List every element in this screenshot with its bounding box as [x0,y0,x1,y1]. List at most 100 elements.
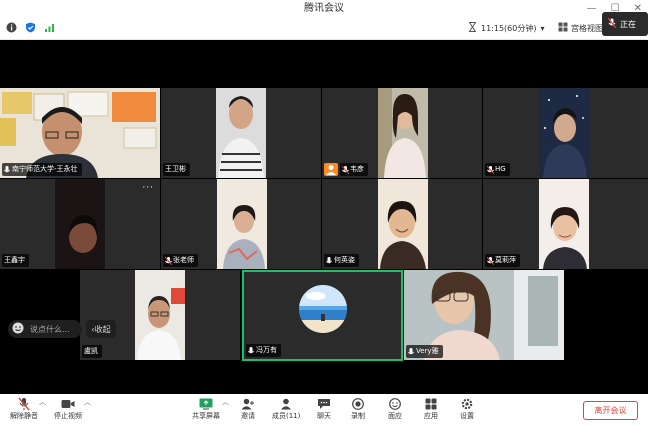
participant-name: 盧凯 [84,347,98,355]
reaction-icon [387,397,403,411]
video-tile[interactable]: 盧凯 [80,270,240,360]
collapse-button[interactable]: ‹ 收起 [86,320,116,338]
chat-label: 聊天 [317,412,331,420]
chevron-up-icon[interactable]: ︿ [84,397,91,407]
participant-name-tag: Very雅 [406,345,443,358]
microphone-muted-icon [486,256,495,265]
users-icon [278,397,294,411]
title-bar: 腾讯会议 — ☐ ✕ [0,0,648,18]
avatar [298,284,348,334]
participant-name-tag: 何英姿 [324,254,359,267]
microphone-muted-icon [341,165,350,174]
participant-name: 王鑫宇 [4,256,25,264]
microphone-muted-icon [16,397,32,411]
participant-name: 韦彦 [350,165,364,173]
minimize-icon[interactable]: — [587,0,597,18]
participant-name: 何英姿 [334,256,355,264]
collapse-label: 收起 [94,324,111,334]
invite-button[interactable]: 邀请 [240,397,256,421]
camera-icon [60,397,76,411]
settings-label: 设置 [460,412,474,420]
participant-name-tag: 南宁师范大学-王永壮 [2,163,82,176]
video-tile[interactable]: 南宁师范大学-王永壮 [0,88,160,178]
record-label: 录制 [351,412,365,420]
microphone-muted-icon [607,17,617,30]
participant-video [55,179,105,269]
apps-icon [423,397,439,411]
apps-label: 应用 [424,412,438,420]
chat-button[interactable]: 聊天 [316,397,332,421]
quick-chat-input[interactable]: 说点什么... [8,320,82,338]
video-tile active-speaker[interactable]: 冯万有 [242,270,403,361]
microphone-icon [326,256,332,265]
hourglass-icon [468,22,477,34]
microphone-icon [408,347,414,356]
video-tile[interactable]: 王卫彬 [161,88,321,178]
more-options-icon[interactable]: ··· [142,183,154,193]
participant-name: 莫莉萍 [495,256,516,264]
record-button[interactable]: 录制 [350,397,366,421]
chat-icon [316,397,332,411]
info-icon[interactable] [6,22,17,33]
participant-video [378,88,428,178]
members-label: 成员(11) [272,412,301,420]
microphone-icon [4,165,10,174]
unmute-label: 解除静音 [10,412,38,420]
record-icon [350,397,366,411]
microphone-icon [248,346,254,355]
participant-video [216,88,266,178]
stop-video-label: 停止视频 [54,412,82,420]
view-switcher[interactable]: 宫格视图 [558,22,603,34]
share-screen-button[interactable]: 共享屏幕 [192,397,220,421]
invite-label: 邀请 [241,412,255,420]
video-grid: 南宁师范大学-王永壮 王卫彬 韦彦 HG ··· 王鑫宇 张老师 何英姿 莫莉萍… [0,40,648,394]
leave-meeting-button[interactable]: 离开会议 [583,401,638,420]
video-tile[interactable]: ··· 王鑫宇 [0,179,160,269]
grid-icon [558,22,568,34]
apps-button[interactable]: 应用 [423,397,439,421]
meeting-timer[interactable]: 11:15(60分钟) ▾ [468,22,545,34]
video-tile[interactable]: 莫莉萍 [483,179,648,269]
participant-name-tag: 盧凯 [82,345,102,358]
participant-name-tag: HG [485,163,510,176]
participant-name: HG [495,165,506,173]
video-tile[interactable]: HG [483,88,648,178]
share-screen-label: 共享屏幕 [192,412,220,420]
microphone-muted-icon [164,256,173,265]
members-button[interactable]: 成员(11) [272,397,300,421]
participant-video [539,179,589,269]
recording-label: 正在 [620,19,636,29]
interact-label: 面应 [388,412,402,420]
microphone-muted-icon [486,165,495,174]
bottom-toolbar: 解除静音 ︿ 停止视频 ︿ 共享屏幕 ︿ 邀请 成员(11) 聊天 录制 面应 … [0,394,648,426]
signal-icon[interactable] [44,22,55,33]
chevron-up-icon[interactable]: ︿ [222,397,229,407]
participant-name: 冯万有 [256,346,277,354]
meeting-time: 11:15(60分钟) [481,23,537,33]
shield-icon[interactable] [25,22,36,33]
video-tile[interactable]: Very雅 [404,270,564,360]
unmute-button[interactable]: 解除静音 [10,397,38,421]
video-tile[interactable]: 何英姿 [322,179,482,269]
video-tile[interactable]: 张老师 [161,179,321,269]
participant-video [217,179,267,269]
stop-video-button[interactable]: 停止视频 [54,397,82,421]
add-user-icon [240,397,256,411]
interact-button[interactable]: 面应 [387,397,403,421]
chevron-up-icon[interactable]: ︿ [39,397,46,407]
video-tile[interactable]: 韦彦 [322,88,482,178]
window-title: 腾讯会议 [304,3,344,14]
participant-video [135,270,185,360]
participant-name: Very雅 [416,347,439,355]
emoji-icon[interactable] [12,322,24,336]
recording-indicator[interactable]: 正在 [602,12,648,36]
chat-placeholder: 说点什么... [30,324,70,334]
settings-button[interactable]: 设置 [459,397,475,421]
view-label: 宫格视图 [571,23,603,33]
participant-name: 南宁师范大学-王永壮 [12,165,78,173]
participant-name-tag: 张老师 [163,254,198,267]
participant-name-tag: 王鑫宇 [2,254,29,267]
gear-icon [459,397,475,411]
participant-name-tag: 莫莉萍 [485,254,520,267]
avatar [324,163,338,176]
